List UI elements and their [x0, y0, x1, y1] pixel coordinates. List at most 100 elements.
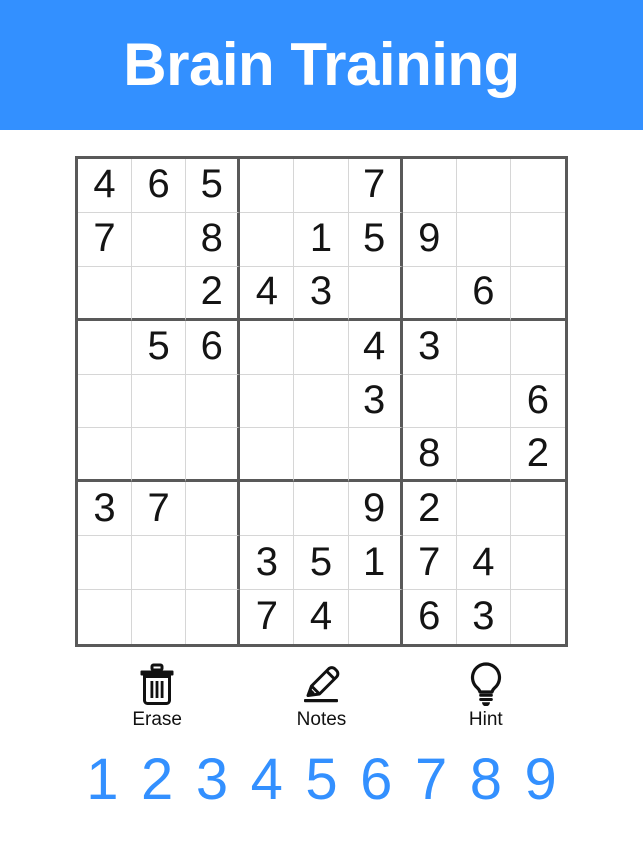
sudoku-cell-empty[interactable] [78, 266, 133, 321]
numpad-key-8[interactable]: 8 [458, 751, 513, 809]
sudoku-cell-empty[interactable] [132, 536, 187, 591]
sudoku-cell-value: 6 [147, 162, 170, 207]
sudoku-cell-value: 5 [200, 162, 223, 207]
sudoku-cell-empty[interactable] [348, 266, 403, 321]
sudoku-cell-empty[interactable] [456, 212, 511, 267]
sudoku-cell-given[interactable]: 2 [510, 428, 565, 483]
sudoku-cell-given[interactable]: 4 [348, 320, 403, 375]
sudoku-cell-value: 7 [418, 539, 441, 584]
tool-button-hint[interactable]: Hint [426, 660, 546, 730]
sudoku-cell-given[interactable]: 3 [240, 536, 295, 591]
sudoku-cell-empty[interactable] [78, 428, 133, 483]
sudoku-cell-given[interactable]: 7 [348, 159, 403, 213]
sudoku-cell-empty[interactable] [294, 482, 349, 537]
sudoku-cell-given[interactable]: 3 [294, 266, 349, 321]
sudoku-cell-given[interactable]: 7 [402, 536, 457, 591]
sudoku-cell-empty[interactable] [294, 374, 349, 429]
sudoku-cell-given[interactable]: 5 [186, 159, 241, 213]
sudoku-cell-given[interactable]: 7 [132, 482, 187, 537]
numpad-key-3[interactable]: 3 [185, 751, 240, 809]
sudoku-cell-empty[interactable] [186, 536, 241, 591]
numpad-key-5[interactable]: 5 [294, 751, 349, 809]
sudoku-cell-given[interactable]: 3 [456, 590, 511, 644]
numpad-key-4[interactable]: 4 [239, 751, 294, 809]
sudoku-cell-empty[interactable] [240, 428, 295, 483]
sudoku-cell-given[interactable]: 7 [240, 590, 295, 644]
sudoku-cell-empty[interactable] [240, 374, 295, 429]
sudoku-cell-empty[interactable] [240, 212, 295, 267]
sudoku-cell-given[interactable]: 6 [186, 320, 241, 375]
sudoku-cell-given[interactable]: 8 [186, 212, 241, 267]
sudoku-cell-given[interactable]: 3 [402, 320, 457, 375]
sudoku-cell-empty[interactable] [240, 482, 295, 537]
numpad-key-7[interactable]: 7 [404, 751, 459, 809]
sudoku-cell-empty[interactable] [132, 428, 187, 483]
sudoku-cell-empty[interactable] [456, 428, 511, 483]
sudoku-cell-empty[interactable] [510, 320, 565, 375]
sudoku-cell-empty[interactable] [132, 212, 187, 267]
sudoku-cell-given[interactable]: 3 [78, 482, 133, 537]
sudoku-cell-given[interactable]: 4 [294, 590, 349, 644]
sudoku-cell-empty[interactable] [132, 266, 187, 321]
sudoku-cell-empty[interactable] [78, 590, 133, 644]
sudoku-cell-empty[interactable] [510, 590, 565, 644]
sudoku-cell-empty[interactable] [294, 428, 349, 483]
sudoku-cell-given[interactable]: 4 [240, 266, 295, 321]
sudoku-cell-given[interactable]: 4 [78, 159, 133, 213]
sudoku-cell-given[interactable]: 5 [294, 536, 349, 591]
sudoku-cell-empty[interactable] [240, 159, 295, 213]
sudoku-cell-value: 8 [200, 216, 223, 261]
sudoku-cell-empty[interactable] [348, 428, 403, 483]
sudoku-cell-given[interactable]: 5 [132, 320, 187, 375]
sudoku-cell-given[interactable]: 3 [348, 374, 403, 429]
sudoku-cell-given[interactable]: 5 [348, 212, 403, 267]
tool-button-erase[interactable]: Erase [97, 660, 217, 730]
sudoku-cell-empty[interactable] [240, 320, 295, 375]
sudoku-cell-given[interactable]: 1 [294, 212, 349, 267]
sudoku-cell-empty[interactable] [186, 482, 241, 537]
sudoku-cell-empty[interactable] [294, 320, 349, 375]
sudoku-cell-empty[interactable] [456, 159, 511, 213]
sudoku-cell-given[interactable]: 6 [402, 590, 457, 644]
sudoku-cell-empty[interactable] [510, 212, 565, 267]
sudoku-cell-empty[interactable] [456, 482, 511, 537]
sudoku-cell-empty[interactable] [132, 374, 187, 429]
sudoku-board[interactable]: 4657781592436564336823792351747463 [75, 156, 568, 647]
sudoku-cell-empty[interactable] [348, 590, 403, 644]
sudoku-cell-given[interactable]: 7 [78, 212, 133, 267]
sudoku-cell-given[interactable]: 9 [348, 482, 403, 537]
sudoku-cell-given[interactable]: 1 [348, 536, 403, 591]
sudoku-cell-given[interactable]: 2 [186, 266, 241, 321]
sudoku-cell-empty[interactable] [186, 374, 241, 429]
tool-button-notes[interactable]: Notes [261, 660, 381, 730]
numpad-key-6[interactable]: 6 [349, 751, 404, 809]
numpad-key-9[interactable]: 9 [513, 751, 568, 809]
sudoku-cell-empty[interactable] [456, 320, 511, 375]
sudoku-cell-empty[interactable] [402, 266, 457, 321]
sudoku-cell-empty[interactable] [402, 374, 457, 429]
sudoku-cell-empty[interactable] [294, 159, 349, 213]
sudoku-cell-given[interactable]: 6 [456, 266, 511, 321]
numpad-key-2[interactable]: 2 [130, 751, 185, 809]
sudoku-cell-given[interactable]: 2 [402, 482, 457, 537]
sudoku-cell-empty[interactable] [186, 590, 241, 644]
sudoku-cell-empty[interactable] [510, 266, 565, 321]
sudoku-cell-given[interactable]: 8 [402, 428, 457, 483]
sudoku-cell-empty[interactable] [78, 374, 133, 429]
sudoku-cell-empty[interactable] [510, 159, 565, 213]
sudoku-cell-value: 3 [418, 324, 441, 369]
sudoku-cell-empty[interactable] [402, 159, 457, 213]
sudoku-cell-empty[interactable] [186, 428, 241, 483]
sudoku-cell-empty[interactable] [78, 536, 133, 591]
sudoku-cell-given[interactable]: 4 [456, 536, 511, 591]
sudoku-cell-value: 4 [472, 539, 495, 584]
numpad-key-1[interactable]: 1 [75, 751, 130, 809]
sudoku-cell-empty[interactable] [78, 320, 133, 375]
sudoku-cell-empty[interactable] [510, 482, 565, 537]
sudoku-cell-empty[interactable] [132, 590, 187, 644]
sudoku-cell-given[interactable]: 6 [132, 159, 187, 213]
sudoku-cell-empty[interactable] [456, 374, 511, 429]
sudoku-cell-given[interactable]: 9 [402, 212, 457, 267]
sudoku-cell-given[interactable]: 6 [510, 374, 565, 429]
sudoku-cell-empty[interactable] [510, 536, 565, 591]
